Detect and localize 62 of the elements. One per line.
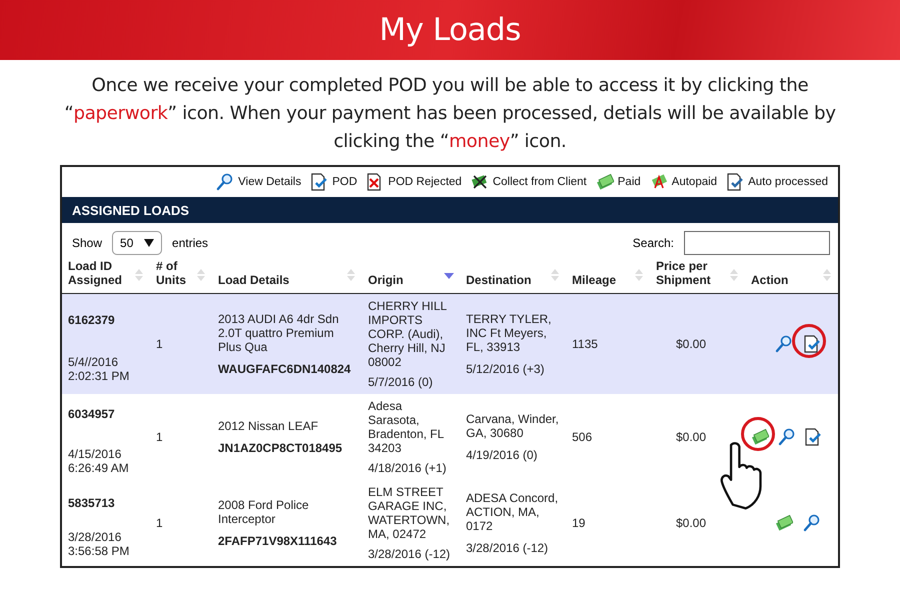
- pickup-date: 3/28/2016 (-12): [368, 547, 452, 561]
- destination-address: TERRY TYLER, INC Ft Meyers, FL, 33913: [466, 312, 552, 354]
- money-crossed-icon: [470, 173, 489, 191]
- search-label: Search:: [632, 236, 674, 250]
- price-cell-text: $0.00: [675, 430, 708, 444]
- legend-label: Auto processed: [748, 176, 828, 188]
- legend-label: Paid: [618, 176, 641, 188]
- origin-address: Adesa Sarasota, Bradenton, FL 34203: [368, 399, 445, 455]
- mileage-cell-text: 506: [572, 430, 594, 444]
- mileage-cell-text: 19: [572, 516, 586, 530]
- money-icon: [596, 173, 614, 191]
- mileage-cell-text: 1135: [572, 337, 599, 351]
- magnifier-icon[interactable]: [803, 514, 821, 532]
- magnifier-icon[interactable]: [778, 428, 796, 446]
- load-id: 6034957: [68, 407, 116, 421]
- panel-title: ASSIGNED LOADS: [62, 197, 838, 223]
- document-check-icon[interactable]: [804, 428, 822, 446]
- assigned-date: 3/28/2016 3:56:58 PM: [68, 530, 130, 558]
- legend-label: POD Rejected: [388, 176, 462, 188]
- instructions-text: Once we receive your completed POD you will be able to access it by clicking the “paperwork” icon. When your payment has been processed, detials will be available by clicking the “money” icon.: [63, 74, 837, 154]
- money-letter-icon: [650, 173, 668, 191]
- money-icon[interactable]: [751, 428, 770, 446]
- origin-address: ELM STREET GARAGE INC, WATERTOWN, MA, 02472: [368, 485, 451, 541]
- delivery-date: 4/19/2016 (0): [466, 448, 538, 462]
- vin-number: WAUGFAFC6DN140824: [218, 362, 352, 376]
- document-check-icon: [310, 173, 328, 191]
- assigned-date: 5/4//2016 2:02:31 PM: [68, 355, 130, 383]
- page-title: My Loads: [379, 12, 521, 48]
- units-cell-text: 1: [156, 516, 164, 530]
- destination-address: Carvana, Winder, GA, 30680: [466, 412, 560, 440]
- money-icon[interactable]: [775, 514, 793, 532]
- price-cell-text: $0.00: [675, 516, 708, 530]
- show-label: Show: [72, 236, 102, 250]
- magnifier-icon: [216, 173, 234, 191]
- vin-number: JN1AZ0CP8CT018495: [218, 441, 344, 455]
- delivery-date: 3/28/2016 (-12): [466, 541, 550, 555]
- destination-address: ADESA Concord, ACTION, MA, 0172: [466, 491, 560, 533]
- legend-label: POD: [332, 176, 358, 188]
- origin-address: CHERRY HILL IMPORTS CORP. (Audi), Cherry Hill, NJ 08002: [368, 299, 448, 369]
- entries-label: entries: [172, 236, 208, 250]
- units-cell-text: 1: [156, 430, 164, 444]
- load-id: 6162379: [68, 313, 116, 327]
- legend-label: Autopaid: [672, 176, 718, 188]
- document-check-icon: [726, 173, 744, 191]
- vehicle-name: 2012 Nissan LEAF: [218, 419, 320, 433]
- document-check-icon[interactable]: [803, 335, 821, 353]
- caret-icon: [144, 239, 154, 247]
- pickup-date: 5/7/2016 (0): [368, 375, 434, 389]
- entries-select[interactable]: 50: [112, 231, 162, 255]
- legend-label: View Details: [238, 176, 302, 188]
- units-cell-text: 1: [156, 337, 164, 351]
- delivery-date: 5/12/2016 (+3): [466, 362, 546, 376]
- pickup-date: 4/18/2016 (+1): [368, 461, 448, 475]
- magnifier-icon[interactable]: [775, 335, 793, 353]
- price-cell-text: $0.00: [675, 337, 708, 351]
- vin-number: 2FAFP71V98X111643: [218, 534, 338, 548]
- search-field[interactable]: [684, 231, 830, 255]
- vehicle-name: 2013 AUDI A6 4dr Sdn 2.0T quattro Premium Plus Qua: [218, 312, 340, 354]
- legend-label: Collect from Client: [492, 176, 587, 188]
- vehicle-name: 2008 Ford Police Interceptor: [218, 498, 310, 526]
- load-id: 5835713: [68, 496, 116, 510]
- assigned-date: 4/15/2016 6:26:49 AM: [68, 447, 130, 475]
